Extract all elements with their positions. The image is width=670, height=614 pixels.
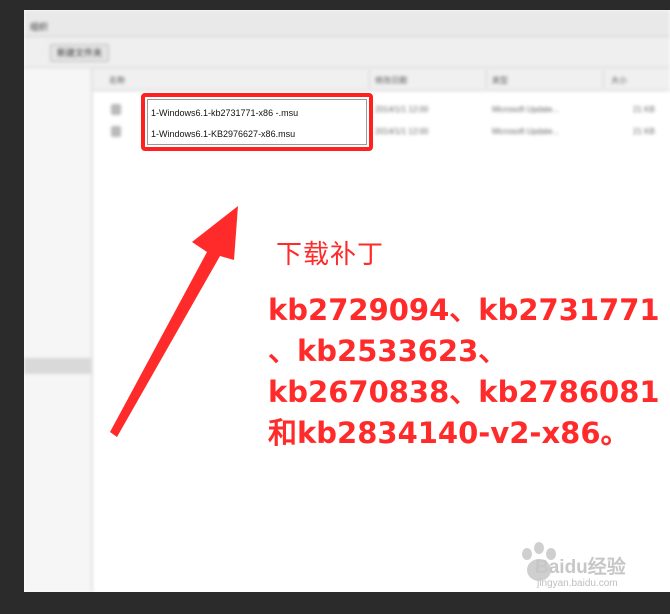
kb-line-4: 和kb2834140-v2-x86。 [268, 416, 630, 450]
baidu-watermark: Baidu经验 jingyan.baidu.com [501, 542, 670, 592]
watermark-url: jingyan.baidu.com [537, 578, 618, 589]
kb-list: kb2729094、kb2731771 、kb2533623、 kb267083… [268, 290, 668, 454]
kb-line-3: kb2670838、kb2786081 [268, 375, 660, 409]
watermark-brand: Baidu经验 [535, 557, 626, 578]
kb-line-2: 、kb2533623、 [268, 334, 508, 368]
kb-line-1: kb2729094、kb2731771 [268, 293, 660, 327]
annotation-heading: 下载补丁 [276, 240, 385, 270]
screenshot-frame: 组织 新建文件夹 名称 修改日期 类型 大小 2014/1/1 12:00 Mi… [24, 10, 670, 592]
